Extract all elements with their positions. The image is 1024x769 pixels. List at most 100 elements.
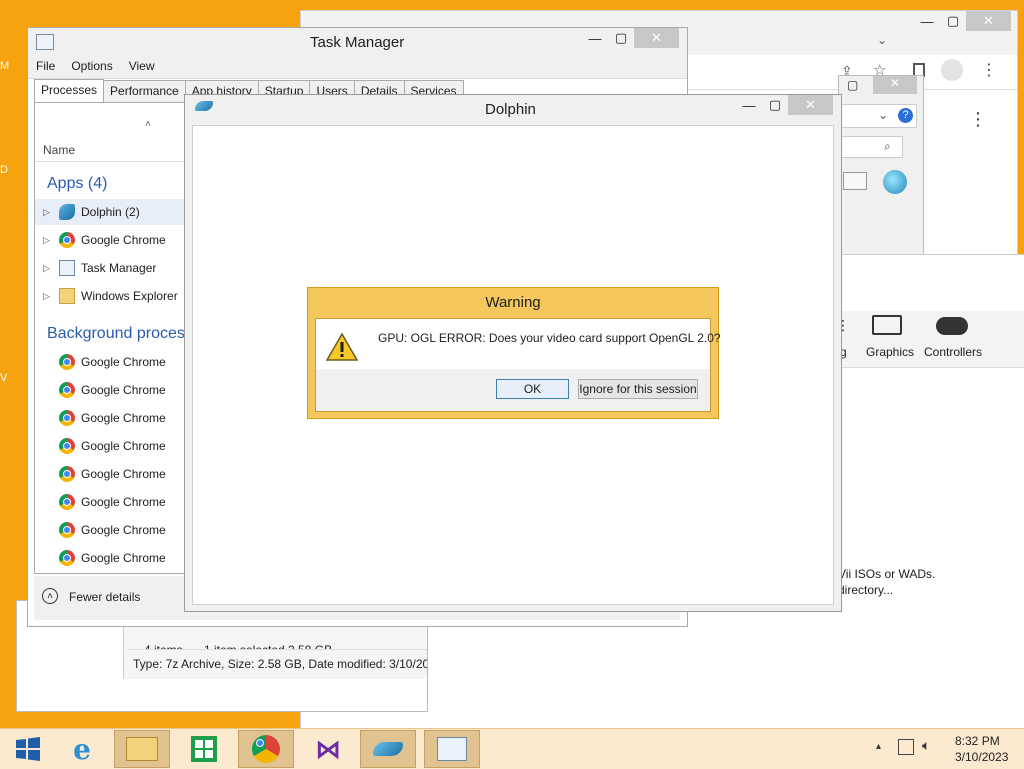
gamepad-icon[interactable] [936, 317, 968, 335]
background-group-header: Background process [47, 325, 193, 342]
close-button[interactable]: ✕ [788, 95, 833, 115]
folder-icon [59, 288, 75, 304]
chrome-icon [59, 438, 75, 454]
list-item[interactable]: Google Chrome [35, 405, 195, 431]
clock-time[interactable]: 8:32 PM [955, 734, 1000, 748]
chrome-icon [59, 354, 75, 370]
store-icon [191, 736, 217, 762]
profile-icon[interactable] [941, 59, 963, 81]
graphics-button-label[interactable]: Graphics [866, 345, 914, 359]
menu-file[interactable]: File [28, 56, 63, 78]
menu-options[interactable]: Options [63, 56, 120, 78]
expand-arrow-icon[interactable]: ▷ [43, 235, 53, 246]
menu-view[interactable]: View [121, 56, 163, 78]
process-name: Google Chrome [81, 411, 166, 425]
maximize-button[interactable]: ▢ [940, 11, 966, 31]
window-title: Task Manager [310, 34, 405, 51]
taskbar-chrome[interactable] [238, 730, 294, 768]
taskbar-visual-studio[interactable]: ⋈ [300, 730, 356, 768]
desktop-icon-label[interactable]: V [0, 372, 7, 384]
tab-processes[interactable]: Processes [34, 79, 105, 104]
process-name: Google Chrome [81, 383, 166, 397]
volume-icon[interactable]: 🔈︎ [922, 737, 930, 754]
process-name: Google Chrome [81, 233, 166, 247]
expand-arrow-icon[interactable]: ▷ [43, 207, 53, 218]
close-button[interactable]: ✕ [873, 76, 917, 94]
warning-message: GPU: OGL ERROR: Does your video card sup… [378, 331, 721, 345]
taskbar-internet-explorer[interactable]: e [54, 730, 110, 768]
taskbar-file-explorer[interactable] [114, 730, 170, 768]
taskbar-dolphin[interactable] [360, 730, 416, 768]
taskbar-store[interactable] [176, 730, 232, 768]
minimize-button[interactable]: — [736, 95, 762, 115]
maximize-button[interactable]: ▢ [762, 95, 788, 115]
list-item[interactable]: Google Chrome [35, 545, 195, 571]
minimize-button[interactable]: — [582, 28, 608, 48]
chrome-icon [59, 466, 75, 482]
ignore-button[interactable]: Ignore for this session [578, 379, 698, 399]
dolphin-shell-icon[interactable] [883, 170, 907, 194]
monitor-icon[interactable] [872, 315, 902, 335]
process-name: Google Chrome [81, 551, 166, 565]
list-item[interactable]: ▷ Google Chrome [35, 227, 195, 253]
card-icon[interactable] [843, 172, 867, 190]
apps-group-header: Apps (4) [47, 175, 108, 192]
chrome-icon [252, 735, 280, 763]
chrome-icon [59, 382, 75, 398]
dialog-title: Warning [485, 294, 541, 311]
list-item[interactable]: ▷ Dolphin (2) [35, 199, 195, 225]
start-button[interactable] [0, 730, 56, 768]
list-item[interactable]: Google Chrome [35, 433, 195, 459]
column-header-name[interactable]: Name [43, 143, 75, 157]
sort-arrow-icon[interactable]: ˄ [145, 119, 151, 130]
task-manager-icon [36, 34, 54, 50]
help-icon[interactable]: ? [898, 108, 913, 123]
dropdown[interactable]: ⌄ ? [839, 104, 917, 128]
menu-dots-icon[interactable]: ⋮ [981, 60, 997, 80]
dolphin-icon [373, 742, 403, 756]
list-item[interactable]: Google Chrome [35, 517, 195, 543]
chevron-down-icon[interactable]: ⌄ [877, 33, 887, 47]
close-button[interactable]: ✕ [634, 28, 679, 48]
list-item[interactable]: Google Chrome [35, 489, 195, 515]
collapse-icon[interactable]: ˄ [42, 588, 58, 604]
warning-icon [326, 333, 358, 361]
taskbar-task-manager[interactable] [424, 730, 480, 768]
expand-arrow-icon[interactable]: ▷ [43, 291, 53, 302]
close-button[interactable]: ✕ [966, 11, 1011, 31]
empty-list-text: Vii ISOs or WADs. [838, 567, 936, 581]
desktop-icon-label[interactable]: D [0, 164, 8, 176]
ok-button[interactable]: OK [496, 379, 569, 399]
file-details: Type: 7z Archive, Size: 2.58 GB, Date mo… [133, 657, 427, 671]
process-name: Google Chrome [81, 523, 166, 537]
network-icon[interactable] [898, 739, 914, 755]
list-item[interactable]: ▷ Task Manager [35, 255, 195, 281]
list-item[interactable]: ▷ Windows Explorer [35, 283, 195, 309]
list-item[interactable]: Google Chrome [35, 461, 195, 487]
show-hidden-icons-icon[interactable]: ▴ [876, 741, 881, 752]
tab-performance[interactable]: Performance [103, 80, 186, 103]
search-icon: ⌕ [884, 139, 891, 153]
chrome-icon [59, 494, 75, 510]
expand-arrow-icon[interactable]: ▷ [43, 263, 53, 274]
process-name: Dolphin (2) [81, 205, 140, 219]
clock-date[interactable]: 3/10/2023 [955, 750, 1008, 764]
window-title: Dolphin [485, 101, 536, 118]
list-item[interactable]: Google Chrome [35, 349, 195, 375]
maximize-button[interactable]: ▢ [608, 28, 634, 48]
process-name: Google Chrome [81, 495, 166, 509]
list-item[interactable]: Google Chrome [35, 377, 195, 403]
menu-dots-icon[interactable]: ⋮ [969, 109, 987, 130]
desktop-icon-label[interactable]: M [0, 60, 9, 72]
chrome-icon [59, 522, 75, 538]
controllers-button-label[interactable]: Controllers [924, 345, 982, 359]
minimize-button[interactable]: — [914, 11, 940, 31]
windows-logo-icon [16, 737, 40, 761]
warning-dialog: Warning GPU: OGL ERROR: Does your video … [307, 287, 721, 419]
search-input[interactable]: ⌕ [839, 136, 903, 158]
folder-icon [126, 737, 158, 761]
process-name: Windows Explorer [81, 289, 178, 303]
fewer-details-link[interactable]: Fewer details [69, 590, 140, 604]
process-name: Google Chrome [81, 355, 166, 369]
maximize-button[interactable]: ▢ [847, 78, 858, 92]
